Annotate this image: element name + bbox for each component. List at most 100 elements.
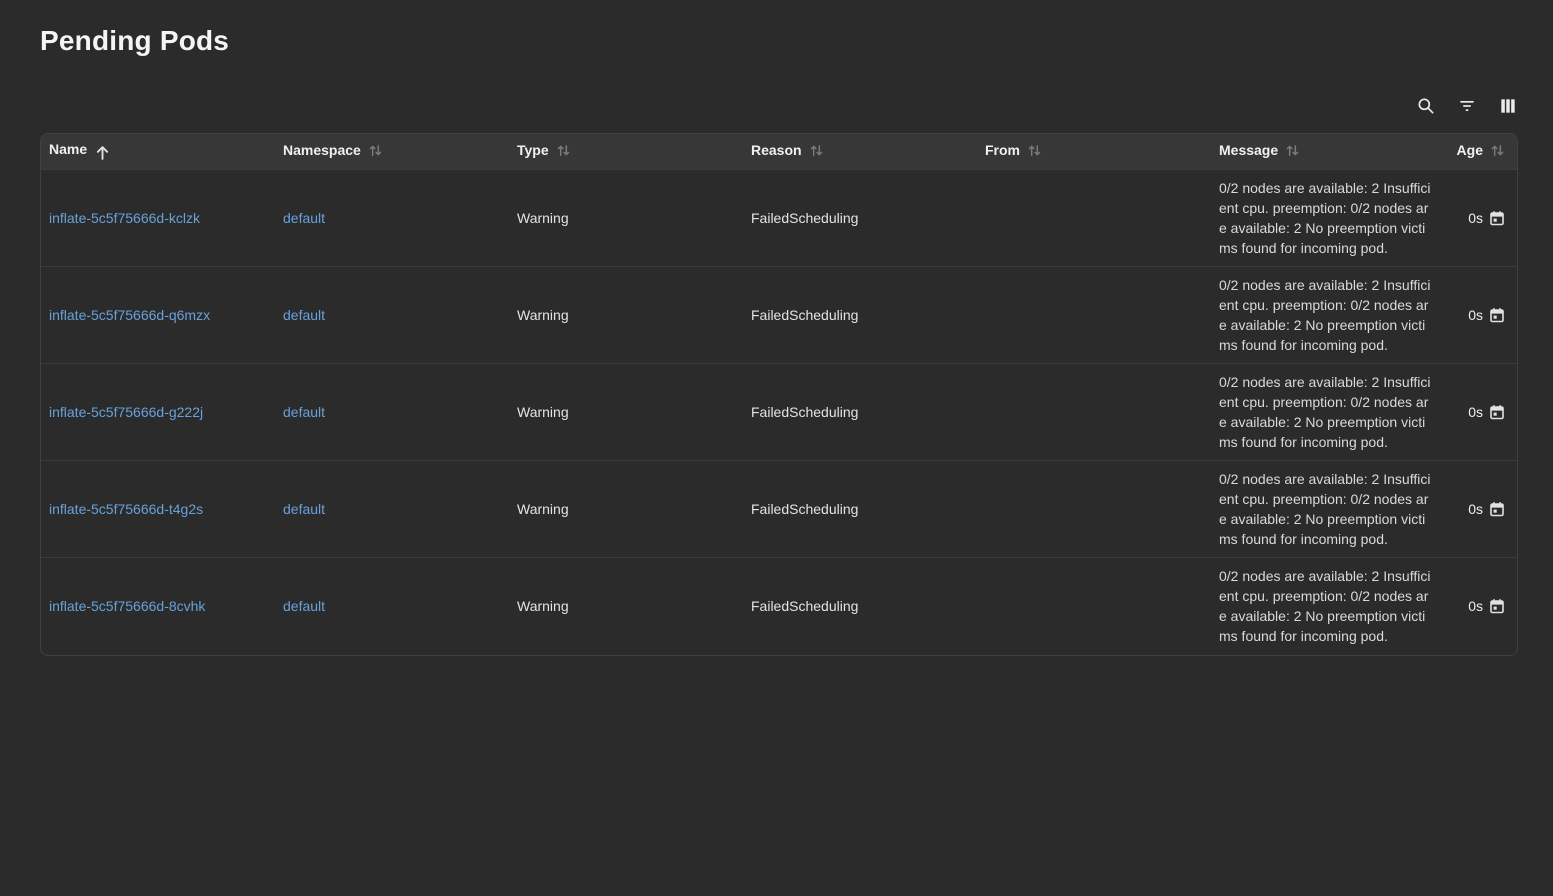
cell-reason: FailedScheduling	[743, 558, 977, 655]
column-header-type[interactable]: Type	[509, 134, 743, 170]
cell-type: Warning	[509, 267, 743, 364]
namespace-link[interactable]: default	[283, 404, 325, 420]
cell-message: 0/2 nodes are available: 2 Insufficient …	[1211, 170, 1447, 267]
cell-from	[977, 267, 1211, 364]
pod-link[interactable]: inflate-5c5f75666d-t4g2s	[49, 501, 203, 517]
columns-icon	[1498, 96, 1518, 116]
message-value: 0/2 nodes are available: 2 Insufficient …	[1219, 277, 1430, 353]
calendar-icon	[1489, 501, 1505, 517]
namespace-link[interactable]: default	[283, 598, 325, 614]
column-header-from[interactable]: From	[977, 134, 1211, 170]
reason-value: FailedScheduling	[751, 501, 858, 517]
cell-from	[977, 170, 1211, 267]
type-value: Warning	[517, 501, 569, 517]
pending-pods-table: Name Namespace Type Reason From	[40, 133, 1518, 656]
cell-age: 0s	[1447, 558, 1517, 655]
up-down-arrows-icon	[1490, 143, 1505, 161]
up-down-arrows-icon	[1027, 143, 1042, 161]
message-value: 0/2 nodes are available: 2 Insufficient …	[1219, 374, 1430, 450]
message-value: 0/2 nodes are available: 2 Insufficient …	[1219, 180, 1430, 256]
type-value: Warning	[517, 404, 569, 420]
age-value: 0s	[1468, 307, 1483, 323]
type-value: Warning	[517, 210, 569, 226]
column-label: Namespace	[283, 142, 361, 158]
column-label: Reason	[751, 142, 802, 158]
column-label: From	[985, 142, 1020, 158]
reason-value: FailedScheduling	[751, 307, 858, 323]
columns-button[interactable]	[1498, 96, 1518, 116]
pending-pods-page: Pending Pods N	[0, 0, 1553, 656]
column-label: Type	[517, 142, 549, 158]
calendar-icon	[1489, 307, 1505, 323]
table-header-row: Name Namespace Type Reason From	[41, 134, 1517, 170]
cell-name: inflate-5c5f75666d-q6mzx	[41, 267, 275, 364]
cell-type: Warning	[509, 364, 743, 461]
column-header-reason[interactable]: Reason	[743, 134, 977, 170]
up-down-arrows-icon	[368, 143, 383, 161]
cell-age: 0s	[1447, 364, 1517, 461]
search-button[interactable]	[1416, 96, 1436, 116]
column-header-age[interactable]: Age	[1447, 134, 1517, 170]
namespace-link[interactable]: default	[283, 210, 325, 226]
cell-from	[977, 558, 1211, 655]
up-down-arrows-icon	[1285, 143, 1300, 161]
table-row: inflate-5c5f75666d-kclzk default Warning…	[41, 170, 1517, 267]
pod-link[interactable]: inflate-5c5f75666d-q6mzx	[49, 307, 210, 323]
reason-value: FailedScheduling	[751, 210, 858, 226]
filter-icon	[1457, 96, 1477, 116]
cell-namespace: default	[275, 267, 509, 364]
column-label: Age	[1457, 142, 1483, 158]
cell-age: 0s	[1447, 170, 1517, 267]
column-header-namespace[interactable]: Namespace	[275, 134, 509, 170]
cell-type: Warning	[509, 558, 743, 655]
calendar-icon	[1489, 404, 1505, 420]
cell-type: Warning	[509, 170, 743, 267]
table-row: inflate-5c5f75666d-t4g2s default Warning…	[41, 461, 1517, 558]
arrow-up-icon	[94, 144, 111, 161]
cell-message: 0/2 nodes are available: 2 Insufficient …	[1211, 461, 1447, 558]
cell-age: 0s	[1447, 267, 1517, 364]
pod-link[interactable]: inflate-5c5f75666d-kclzk	[49, 210, 200, 226]
cell-reason: FailedScheduling	[743, 461, 977, 558]
cell-age: 0s	[1447, 461, 1517, 558]
cell-name: inflate-5c5f75666d-kclzk	[41, 170, 275, 267]
type-value: Warning	[517, 598, 569, 614]
calendar-icon	[1489, 210, 1505, 226]
age-value: 0s	[1468, 501, 1483, 517]
reason-value: FailedScheduling	[751, 598, 858, 614]
cell-namespace: default	[275, 170, 509, 267]
cell-message: 0/2 nodes are available: 2 Insufficient …	[1211, 364, 1447, 461]
namespace-link[interactable]: default	[283, 501, 325, 517]
cell-namespace: default	[275, 461, 509, 558]
pod-link[interactable]: inflate-5c5f75666d-g222j	[49, 404, 203, 420]
cell-namespace: default	[275, 364, 509, 461]
cell-name: inflate-5c5f75666d-t4g2s	[41, 461, 275, 558]
cell-from	[977, 461, 1211, 558]
cell-reason: FailedScheduling	[743, 364, 977, 461]
cell-name: inflate-5c5f75666d-8cvhk	[41, 558, 275, 655]
namespace-link[interactable]: default	[283, 307, 325, 323]
age-value: 0s	[1468, 598, 1483, 614]
cell-message: 0/2 nodes are available: 2 Insufficient …	[1211, 558, 1447, 655]
column-header-name[interactable]: Name	[41, 134, 275, 170]
column-label: Name	[49, 141, 87, 157]
column-label: Message	[1219, 142, 1278, 158]
cell-namespace: default	[275, 558, 509, 655]
cell-message: 0/2 nodes are available: 2 Insufficient …	[1211, 267, 1447, 364]
filter-button[interactable]	[1457, 96, 1477, 116]
reason-value: FailedScheduling	[751, 404, 858, 420]
cell-type: Warning	[509, 461, 743, 558]
age-value: 0s	[1468, 404, 1483, 420]
cell-reason: FailedScheduling	[743, 170, 977, 267]
up-down-arrows-icon	[809, 143, 824, 161]
table-row: inflate-5c5f75666d-g222j default Warning…	[41, 364, 1517, 461]
table-row: inflate-5c5f75666d-q6mzx default Warning…	[41, 267, 1517, 364]
cell-from	[977, 364, 1211, 461]
column-header-message[interactable]: Message	[1211, 134, 1447, 170]
pod-link[interactable]: inflate-5c5f75666d-8cvhk	[49, 598, 205, 614]
table-row: inflate-5c5f75666d-8cvhk default Warning…	[41, 558, 1517, 655]
cell-reason: FailedScheduling	[743, 267, 977, 364]
page-title: Pending Pods	[40, 24, 1518, 58]
message-value: 0/2 nodes are available: 2 Insufficient …	[1219, 471, 1430, 547]
calendar-icon	[1489, 598, 1505, 614]
